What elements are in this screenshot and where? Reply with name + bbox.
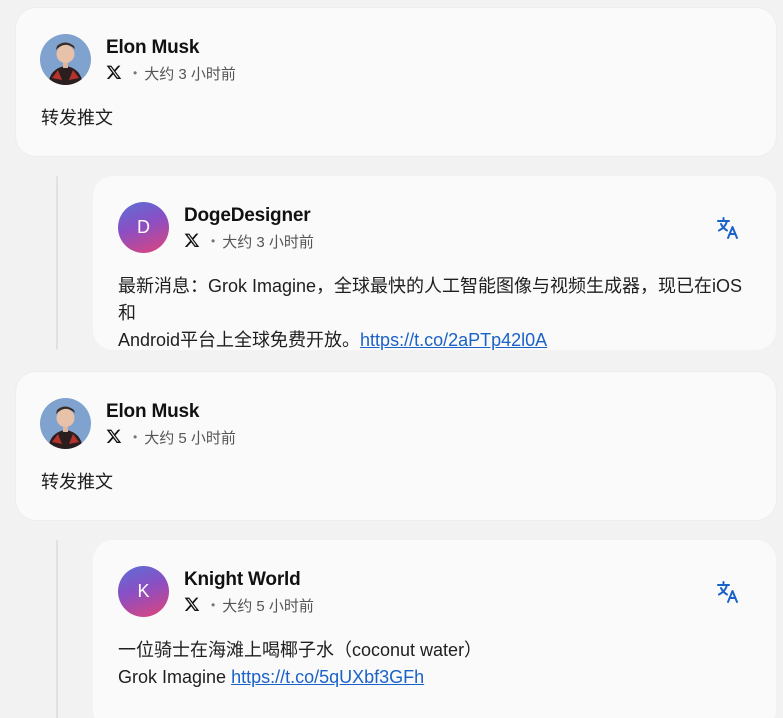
separator-dot: • bbox=[133, 430, 138, 444]
post-card[interactable]: Elon Musk • 大约 3 小时前 转发推文 bbox=[16, 8, 776, 156]
quoted-post-container: D DogeDesigner • 大约 3 小时前 最新消息：Grok Imag… bbox=[56, 176, 776, 350]
quoted-post-card[interactable]: D DogeDesigner • 大约 3 小时前 最新消息：Grok Imag… bbox=[93, 176, 776, 350]
quoted-text-line: Android平台上全球免费开放。https://t.co/2aPTp42l0A bbox=[118, 327, 758, 354]
quoted-text-segment: Grok Imagine bbox=[118, 667, 227, 687]
x-logo-icon bbox=[184, 232, 202, 250]
author-name[interactable]: Knight World bbox=[184, 568, 314, 592]
post-header: Elon Musk • 大约 5 小时前 bbox=[40, 398, 236, 449]
post-meta: Knight World • 大约 5 小时前 bbox=[184, 566, 314, 616]
post-subline: • 大约 5 小时前 bbox=[184, 594, 314, 616]
quoted-post-header: K Knight World • 大约 5 小时前 bbox=[118, 566, 314, 617]
quoted-text-line: 一位骑士在海滩上喝椰子水（coconut water） bbox=[118, 640, 483, 660]
quoted-text-line: Grok Imagine https://t.co/5qUXbf3GFh bbox=[118, 664, 758, 691]
translate-button[interactable] bbox=[714, 214, 742, 242]
post-text: 转发推文 bbox=[41, 108, 113, 128]
translate-icon bbox=[717, 217, 738, 239]
post-time: 大约 5 小时前 bbox=[222, 597, 314, 615]
separator-dot: • bbox=[211, 598, 216, 612]
translate-button[interactable] bbox=[714, 578, 742, 606]
post-time: 大约 5 小时前 bbox=[144, 429, 236, 447]
author-name[interactable]: DogeDesigner bbox=[184, 204, 314, 228]
post-meta: Elon Musk • 大约 3 小时前 bbox=[106, 34, 236, 84]
author-avatar[interactable]: D bbox=[118, 202, 169, 253]
x-logo-icon bbox=[106, 64, 124, 82]
author-name[interactable]: Elon Musk bbox=[106, 400, 236, 424]
quote-thread-line bbox=[56, 540, 58, 718]
post-subline: • 大约 5 小时前 bbox=[106, 426, 236, 448]
post-header: Elon Musk • 大约 3 小时前 bbox=[40, 34, 236, 85]
quoted-post-text: 最新消息：Grok Imagine，全球最快的人工智能图像与视频生成器，现已在i… bbox=[118, 273, 758, 354]
author-avatar[interactable]: K bbox=[118, 566, 169, 617]
post-meta: Elon Musk • 大约 5 小时前 bbox=[106, 398, 236, 448]
quoted-text-line: 最新消息：Grok Imagine，全球最快的人工智能图像与视频生成器，现已在i… bbox=[118, 276, 743, 323]
post-card[interactable]: Elon Musk • 大约 5 小时前 转发推文 bbox=[16, 372, 776, 520]
quoted-text-segment: Android平台上全球免费开放。 bbox=[118, 330, 361, 350]
post-link[interactable]: https://t.co/2aPTp42l0A bbox=[360, 330, 547, 350]
quoted-post-card[interactable]: K Knight World • 大约 5 小时前 一位骑士在海滩上喝椰子水（c… bbox=[93, 540, 776, 718]
x-logo-icon bbox=[106, 428, 124, 446]
author-avatar[interactable] bbox=[40, 34, 91, 85]
post-time: 大约 3 小时前 bbox=[144, 65, 236, 83]
post-link[interactable]: https://t.co/5qUXbf3GFh bbox=[231, 667, 424, 687]
translate-icon bbox=[717, 581, 738, 603]
quoted-post-container: K Knight World • 大约 5 小时前 一位骑士在海滩上喝椰子水（c… bbox=[56, 540, 776, 718]
post-meta: DogeDesigner • 大约 3 小时前 bbox=[184, 202, 314, 252]
post-subline: • 大约 3 小时前 bbox=[184, 230, 314, 252]
quote-thread-line bbox=[56, 176, 58, 350]
separator-dot: • bbox=[211, 234, 216, 248]
post-time: 大约 3 小时前 bbox=[222, 233, 314, 251]
author-name[interactable]: Elon Musk bbox=[106, 36, 236, 60]
quoted-post-header: D DogeDesigner • 大约 3 小时前 bbox=[118, 202, 314, 253]
post-subline: • 大约 3 小时前 bbox=[106, 62, 236, 84]
quoted-post-text: 一位骑士在海滩上喝椰子水（coconut water） Grok Imagine… bbox=[118, 637, 758, 691]
post-text: 转发推文 bbox=[41, 472, 113, 492]
author-avatar[interactable] bbox=[40, 398, 91, 449]
x-logo-icon bbox=[184, 596, 202, 614]
separator-dot: • bbox=[133, 66, 138, 80]
